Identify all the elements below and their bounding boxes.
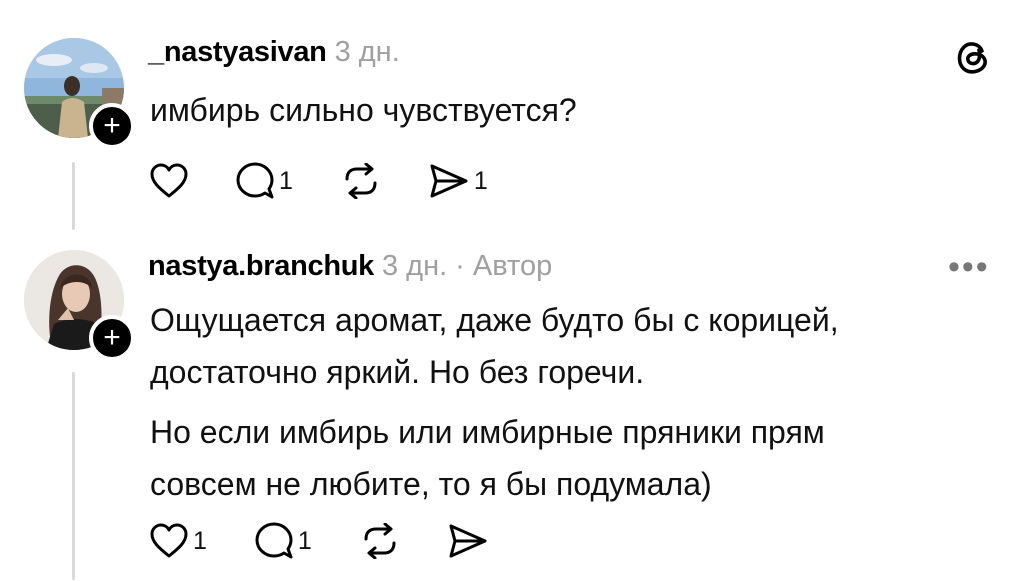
thread-line xyxy=(72,372,75,580)
more-options-icon[interactable]: ••• xyxy=(948,250,990,284)
post-header: _nastyasivan 3 дн. xyxy=(148,36,400,69)
post-text-line: достаточно яркий. Но без горечи. xyxy=(150,354,645,390)
action-bar: 1 1 xyxy=(150,162,536,200)
post-text-line: имбирь сильно чувствуется? xyxy=(150,92,577,128)
repost-button[interactable] xyxy=(341,163,381,199)
reply-button[interactable]: 1 xyxy=(255,522,312,560)
follow-button[interactable]: + xyxy=(89,103,135,149)
send-icon xyxy=(430,164,468,198)
send-icon xyxy=(449,524,487,558)
reply-count: 1 xyxy=(297,526,312,555)
thread-line xyxy=(72,162,75,230)
follow-button[interactable]: + xyxy=(89,315,135,361)
comment-icon xyxy=(236,162,274,199)
repost-icon xyxy=(345,163,377,199)
heart-icon xyxy=(150,163,188,198)
share-button[interactable]: 1 xyxy=(429,163,488,199)
repost-icon xyxy=(364,523,396,559)
action-bar: 1 1 xyxy=(150,522,536,560)
post-header: nastya.branchuk 3 дн. · Автор xyxy=(148,250,552,283)
author-tag: · Автор xyxy=(455,250,553,282)
post-text: имбирь сильно чувствуется? xyxy=(150,84,577,136)
post-time: 3 дн. xyxy=(381,250,448,282)
share-button[interactable] xyxy=(448,523,488,559)
post-text: Ощущается аромат, даже будто бы с корице… xyxy=(150,294,839,510)
post-time: 3 дн. xyxy=(334,36,400,68)
reply-button[interactable]: 1 xyxy=(236,162,293,200)
post-text-line: Ощущается аромат, даже будто бы с корице… xyxy=(150,302,839,338)
repost-button[interactable] xyxy=(360,523,400,559)
threads-logo-icon[interactable] xyxy=(955,38,991,81)
comment-icon xyxy=(255,522,293,559)
like-count: 1 xyxy=(193,526,207,555)
reply-count: 1 xyxy=(279,166,293,195)
heart-icon xyxy=(150,523,188,558)
share-count: 1 xyxy=(473,166,488,195)
like-button[interactable]: 1 xyxy=(150,523,207,559)
username[interactable]: nastya.branchuk xyxy=(148,250,374,283)
post-text-line: совсем не любите, то я бы подумала) xyxy=(150,466,712,502)
username[interactable]: _nastyasivan xyxy=(148,36,327,69)
like-button[interactable] xyxy=(150,163,188,199)
post-text-line: Но если имбирь или имбирные пряники прям xyxy=(150,414,825,450)
